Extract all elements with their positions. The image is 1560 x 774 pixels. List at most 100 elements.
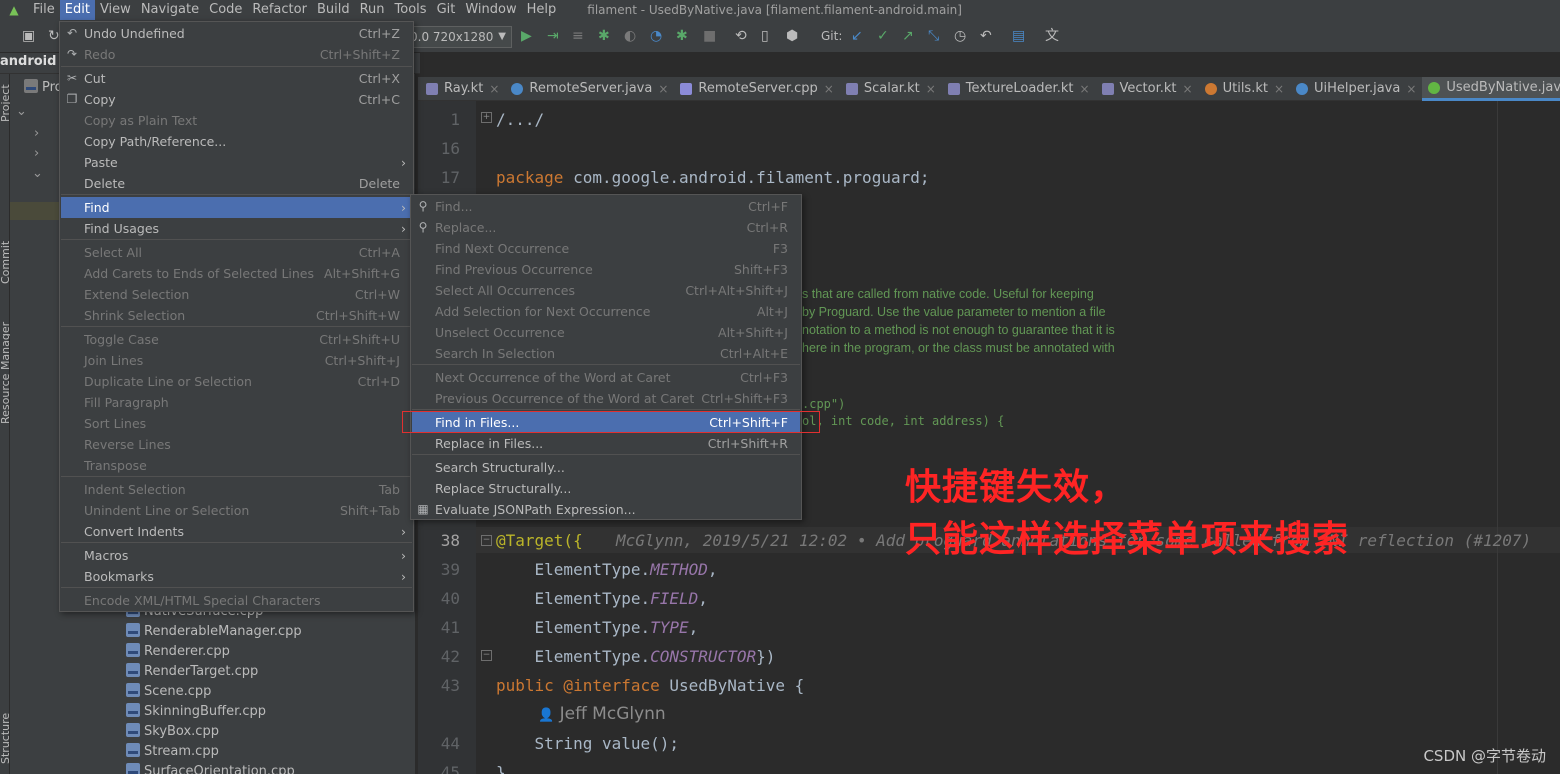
menu-item-fill-paragraph[interactable]: Fill Paragraph	[61, 392, 412, 413]
save-icon[interactable]: ▣	[22, 26, 35, 46]
menu-item-unselect-occurrence[interactable]: Unselect Occurrence Alt+Shift+J	[412, 322, 800, 343]
menu-item-search-in-selection[interactable]: Search In Selection Ctrl+Alt+E	[412, 343, 800, 364]
device-selector[interactable]: 0.0 720x1280 ▼	[402, 26, 512, 48]
tab-ray[interactable]: Ray.kt ×	[418, 77, 505, 101]
fold-collapse-icon[interactable]: −	[481, 535, 492, 546]
folded-region[interactable]: /.../	[496, 110, 544, 129]
tree-file-item[interactable]: Scene.cpp	[126, 682, 211, 702]
menu-item-cut[interactable]: ✂ Cut Ctrl+X	[61, 68, 412, 89]
menu-item-copy[interactable]: ❐ Copy Ctrl+C	[61, 89, 412, 110]
menu-item-extend-selection[interactable]: Extend Selection Ctrl+W	[61, 284, 412, 305]
menu-item-replace-in-files[interactable]: Replace in Files... Ctrl+Shift+R	[412, 433, 800, 454]
tab-usedbynative[interactable]: UsedByNative.java×	[1422, 77, 1560, 101]
menu-item-duplicate-line-or-selection[interactable]: Duplicate Line or Selection Ctrl+D	[61, 371, 412, 392]
menu-item-copy-path-reference[interactable]: Copy Path/Reference...	[61, 131, 412, 152]
close-icon[interactable]: ×	[1406, 77, 1416, 101]
menu-item-delete[interactable]: Delete Delete	[61, 173, 412, 194]
menu-item-join-lines[interactable]: Join Lines Ctrl+Shift+J	[61, 350, 412, 371]
menu-item-indent-selection[interactable]: Indent Selection Tab	[61, 479, 412, 500]
menu-refactor[interactable]: Refactor	[247, 0, 312, 20]
menu-item-copy-as-plain-text[interactable]: Copy as Plain Text	[61, 110, 412, 131]
git-push-icon[interactable]: ↗	[902, 26, 914, 46]
menu-item-replace-structurally[interactable]: Replace Structurally...	[412, 478, 800, 499]
menu-item-search-structurally[interactable]: Search Structurally...	[412, 457, 800, 478]
close-icon[interactable]: ×	[1183, 77, 1193, 101]
close-icon[interactable]: ×	[658, 77, 668, 101]
git-update-icon[interactable]: ↙	[851, 26, 863, 46]
rollback-icon[interactable]: ↶	[980, 26, 992, 46]
android-studio-logo-icon[interactable]: ▲	[0, 0, 28, 20]
menu-item-select-all-occurrences[interactable]: Select All Occurrences Ctrl+Alt+Shift+J	[412, 280, 800, 301]
menu-git[interactable]: Git	[432, 0, 461, 20]
tab-remoteserver-cpp[interactable]: RemoteServer.cpp ×	[674, 77, 839, 101]
history-icon[interactable]: ◷	[954, 26, 966, 46]
profile-icon[interactable]: ◔	[650, 26, 662, 46]
close-icon[interactable]: ×	[1079, 77, 1089, 101]
menu-item-previous-occurrence-of-the-word-at-caret[interactable]: Previous Occurrence of the Word at Caret…	[412, 388, 800, 409]
stop-icon[interactable]: ■	[703, 26, 716, 46]
menu-item-find-previous-occurrence[interactable]: Find Previous Occurrence Shift+F3	[412, 259, 800, 280]
close-icon[interactable]: ×	[1274, 77, 1284, 101]
tab-textureloader[interactable]: TextureLoader.kt ×	[942, 77, 1096, 101]
tree-collapse-arrow-icon[interactable]: ›	[34, 144, 39, 164]
tab-remoteserver-java[interactable]: RemoteServer.java ×	[505, 77, 674, 101]
menu-item-evaluate-jsonpath-expression[interactable]: ▦ Evaluate JSONPath Expression...	[412, 499, 800, 520]
menu-item-shrink-selection[interactable]: Shrink Selection Ctrl+Shift+W	[61, 305, 412, 326]
tree-file-item[interactable]: SurfaceOrientation.cpp	[126, 762, 295, 774]
menu-edit[interactable]: Edit	[59, 0, 95, 20]
menu-item-replace[interactable]: ⚲ Replace... Ctrl+R	[412, 217, 800, 238]
tree-expand-arrow-icon[interactable]: ⌄	[32, 164, 43, 184]
fold-expand-icon[interactable]: +	[481, 112, 492, 123]
tab-vector[interactable]: Vector.kt ×	[1096, 77, 1199, 101]
menu-item-find[interactable]: Find ›	[61, 197, 412, 218]
tab-uihelper[interactable]: UiHelper.java ×	[1290, 77, 1422, 101]
menu-item-reverse-lines[interactable]: Reverse Lines	[61, 434, 412, 455]
coverage-icon[interactable]: ✱	[676, 26, 688, 46]
git-commit-icon[interactable]: ✓	[877, 26, 889, 46]
code-author-hint[interactable]: 👤 Jeff McGlynn	[538, 704, 666, 724]
menu-item-sort-lines[interactable]: Sort Lines	[61, 413, 412, 434]
menu-file[interactable]: File	[28, 0, 60, 20]
apply-code-icon[interactable]: ≡	[572, 26, 584, 46]
close-icon[interactable]: ×	[489, 77, 499, 101]
menu-item-add-selection-for-next-occurrence[interactable]: Add Selection for Next Occurrence Alt+J	[412, 301, 800, 322]
menu-item-find-next-occurrence[interactable]: Find Next Occurrence F3	[412, 238, 800, 259]
tree-file-item[interactable]: RenderTarget.cpp	[126, 662, 258, 682]
menu-item-convert-indents[interactable]: Convert Indents ›	[61, 521, 412, 542]
menu-help[interactable]: Help	[522, 0, 562, 20]
menu-window[interactable]: Window	[460, 0, 521, 20]
sync-icon[interactable]: ↻	[48, 26, 60, 46]
calendar-icon[interactable]: ▤	[1012, 26, 1025, 46]
menu-item-select-all[interactable]: Select All Ctrl+A	[61, 242, 412, 263]
fold-collapse-icon[interactable]: −	[481, 650, 492, 661]
debug-icon[interactable]: ✱	[598, 26, 610, 46]
menu-item-bookmarks[interactable]: Bookmarks ›	[61, 566, 412, 587]
project-panel-label[interactable]: Pro	[24, 78, 63, 98]
menu-code[interactable]: Code	[204, 0, 247, 20]
attach-icon[interactable]: ◐	[624, 26, 636, 46]
menu-item-redo[interactable]: ↷ Redo Ctrl+Shift+Z	[61, 44, 412, 65]
menu-build[interactable]: Build	[312, 0, 355, 20]
project-name[interactable]: android	[0, 54, 56, 69]
device-manager-icon[interactable]: ▯	[761, 26, 769, 46]
menu-item-transpose[interactable]: Transpose	[61, 455, 412, 476]
tree-file-item[interactable]: Renderer.cpp	[126, 642, 230, 662]
menu-item-find[interactable]: ⚲ Find... Ctrl+F	[412, 196, 800, 217]
translate-icon[interactable]: 文	[1045, 26, 1059, 46]
tree-file-item[interactable]: Stream.cpp	[126, 742, 219, 762]
menu-item-macros[interactable]: Macros ›	[61, 545, 412, 566]
tree-expand-arrow-icon[interactable]: ⌄	[16, 102, 27, 122]
apply-changes-icon[interactable]: ⇥	[547, 26, 559, 46]
menu-item-add-carets-to-ends-of-selected-lines[interactable]: Add Carets to Ends of Selected Lines Alt+…	[61, 263, 412, 284]
menu-item-encode-xml-html-special-characters[interactable]: Encode XML/HTML Special Characters	[61, 590, 412, 611]
run-icon[interactable]: ▶	[521, 26, 532, 46]
gradle-sync-icon[interactable]: ⟲	[735, 26, 747, 46]
tree-file-item[interactable]: SkinningBuffer.cpp	[126, 702, 266, 722]
tree-file-item[interactable]: RenderableManager.cpp	[126, 622, 302, 642]
menu-item-unindent-line-or-selection[interactable]: Unindent Line or Selection Shift+Tab	[61, 500, 412, 521]
close-icon[interactable]: ×	[926, 77, 936, 101]
menu-item-undo-undefined[interactable]: ↶ Undo Undefined Ctrl+Z	[61, 23, 412, 44]
git-branches-icon[interactable]: ⤡	[928, 26, 939, 46]
menu-tools[interactable]: Tools	[390, 0, 432, 20]
tab-utils[interactable]: Utils.kt ×	[1199, 77, 1290, 101]
